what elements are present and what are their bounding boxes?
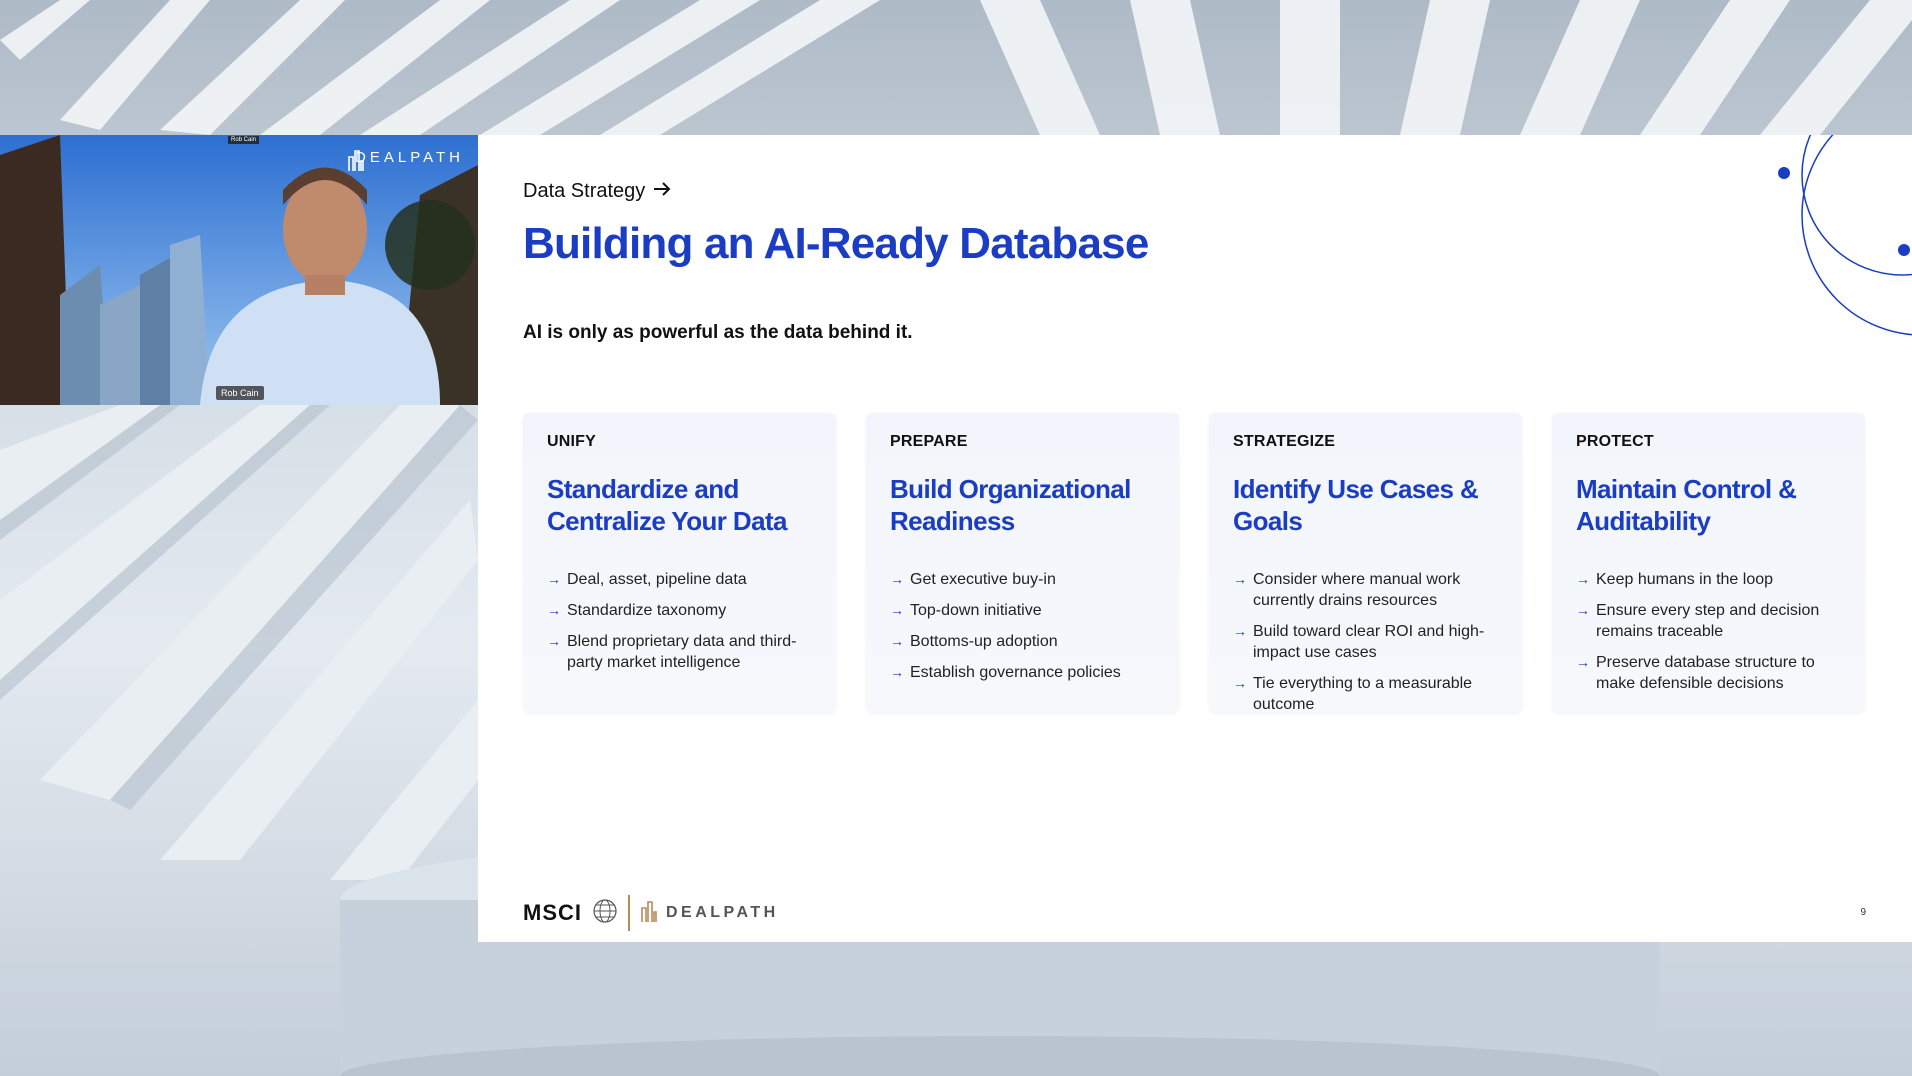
- list-item-text: Build toward clear ROI and high-impact u…: [1253, 623, 1485, 661]
- dealpath-watermark: DEALPATH: [347, 149, 464, 171]
- list-item: → Build toward clear ROI and high-impact …: [1233, 621, 1498, 663]
- card-unify: UNIFY Standardize and Centralize Your Da…: [523, 413, 836, 713]
- arrow-right-icon: →: [1576, 654, 1590, 670]
- participant-name-label: Rob Cain: [216, 386, 264, 400]
- footer-logos: MSCI DEALPATH: [523, 895, 779, 931]
- presentation-slide: Data Strategy Building an AI-Ready Datab…: [478, 135, 1912, 942]
- globe-icon: [592, 898, 618, 929]
- eyebrow-text: Data Strategy: [523, 180, 646, 202]
- card-bullet-list: → Deal, asset, pipeline data → Standardize…: [547, 569, 812, 673]
- arrow-right-icon: →: [1233, 571, 1247, 587]
- card-tag: PREPARE: [890, 433, 968, 450]
- list-item: → Establish governance policies: [890, 662, 1155, 683]
- card-bullet-list: → Get executive buy-in → Top-down initiati…: [890, 569, 1155, 683]
- dealpath-logo-text: DEALPATH: [666, 904, 779, 921]
- list-item-text: Bottoms-up adoption: [910, 633, 1058, 650]
- list-item-text: Ensure every step and decision remains t…: [1596, 602, 1820, 640]
- list-item: → Keep humans in the loop: [1576, 569, 1841, 590]
- card-tag: PROTECT: [1576, 433, 1654, 450]
- arrow-right-icon: →: [1576, 571, 1590, 587]
- card-bullet-list: → Keep humans in the loop → Ensure every s…: [1576, 569, 1841, 694]
- slide-subtitle: AI is only as powerful as the data behin…: [523, 322, 913, 343]
- card-heading: Maintain Control & Auditability: [1576, 474, 1797, 536]
- list-item-text: Blend proprietary data and third-party m…: [567, 633, 797, 671]
- card-row: UNIFY Standardize and Centralize Your Da…: [523, 413, 1867, 713]
- logo-divider: [628, 895, 630, 931]
- section-eyebrow: Data Strategy: [523, 180, 671, 203]
- participant-video-feed: [0, 135, 478, 405]
- arrow-right-icon: →: [547, 633, 561, 649]
- card-tag: UNIFY: [547, 433, 596, 450]
- card-heading: Standardize and Centralize Your Data: [547, 474, 787, 536]
- list-item-text: Top-down initiative: [910, 602, 1042, 619]
- list-item-text: Standardize taxonomy: [567, 602, 727, 619]
- list-item-text: Keep humans in the loop: [1596, 571, 1774, 588]
- list-item-text: Get executive buy-in: [910, 571, 1056, 588]
- list-item: → Consider where manual work currently dr…: [1233, 569, 1498, 611]
- card-prepare: PREPARE Build Organizational Readiness →…: [866, 413, 1179, 713]
- building-logo-icon: [640, 900, 658, 927]
- list-item-text: Deal, asset, pipeline data: [567, 571, 747, 588]
- dealpath-watermark-text: DEALPATH: [355, 149, 464, 166]
- arrow-right-icon: →: [547, 571, 561, 587]
- list-item-text: Consider where manual work currently dra…: [1253, 571, 1461, 609]
- list-item: → Standardize taxonomy: [547, 600, 812, 621]
- card-bullet-list: → Consider where manual work currently dr…: [1233, 569, 1498, 715]
- arrow-right-icon: →: [890, 571, 904, 587]
- card-heading: Identify Use Cases & Goals: [1233, 474, 1479, 536]
- arrow-right-icon: [653, 180, 671, 203]
- list-item: → Get executive buy-in: [890, 569, 1155, 590]
- list-item: → Bottoms-up adoption: [890, 631, 1155, 652]
- list-item-text: Tie everything to a measurable outcome: [1253, 675, 1473, 713]
- arrow-right-icon: →: [547, 602, 561, 618]
- card-protect: PROTECT Maintain Control & Auditability …: [1552, 413, 1865, 713]
- card-tag: STRATEGIZE: [1233, 433, 1336, 450]
- arrow-right-icon: →: [890, 664, 904, 680]
- arrow-right-icon: →: [1233, 675, 1247, 691]
- list-item-text: Preserve database structure to make defe…: [1596, 654, 1815, 692]
- msci-logo-text: MSCI: [523, 900, 582, 925]
- list-item: → Deal, asset, pipeline data: [547, 569, 812, 590]
- list-item: → Ensure every step and decision remains …: [1576, 600, 1841, 642]
- arrow-right-icon: →: [1576, 602, 1590, 618]
- arrow-right-icon: →: [890, 602, 904, 618]
- arrow-right-icon: →: [890, 633, 904, 649]
- list-item: → Blend proprietary data and third-party …: [547, 631, 812, 673]
- arrow-right-icon: →: [1233, 623, 1247, 639]
- participant-video-tile[interactable]: DEALPATH: [0, 135, 478, 405]
- list-item-text: Establish governance policies: [910, 664, 1121, 681]
- card-heading: Build Organizational Readiness: [890, 474, 1131, 536]
- page-number: 9: [1860, 907, 1866, 918]
- participant-top-label: Rob Cain: [228, 136, 260, 144]
- dealpath-logo: DEALPATH: [640, 900, 779, 927]
- list-item: → Preserve database structure to make def…: [1576, 652, 1841, 694]
- list-item: → Tie everything to a measurable outcome: [1233, 673, 1498, 715]
- circle-decoration: [1778, 135, 1912, 336]
- list-item: → Top-down initiative: [890, 600, 1155, 621]
- slide-title: Building an AI-Ready Database: [523, 219, 1149, 268]
- card-strategize: STRATEGIZE Identify Use Cases & Goals → C…: [1209, 413, 1522, 713]
